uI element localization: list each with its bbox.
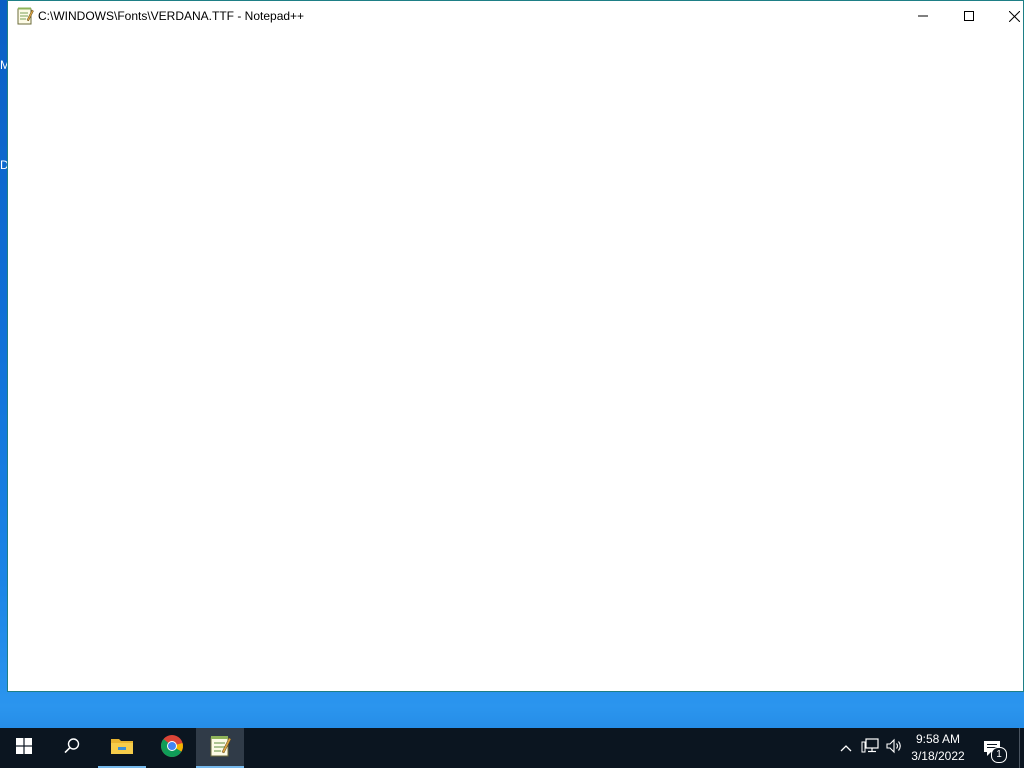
close-icon bbox=[1008, 10, 1020, 22]
taskbar-app-chrome[interactable] bbox=[148, 728, 196, 768]
chrome-icon bbox=[160, 734, 184, 763]
notepadpp-icon[interactable] bbox=[16, 7, 34, 25]
taskbar: 9:58 AM 3/18/2022 1 bbox=[0, 728, 1024, 768]
start-button[interactable] bbox=[0, 728, 48, 768]
taskbar-app-notepadpp[interactable] bbox=[196, 728, 244, 768]
window-title: C:\WINDOWS\Fonts\VERDANA.TTF - Notepad++ bbox=[38, 9, 305, 23]
title-bar[interactable]: C:\WINDOWS\Fonts\VERDANA.TTF - Notepad++ bbox=[8, 1, 1023, 32]
clock-time: 9:58 AM bbox=[915, 732, 961, 746]
show-desktop-button[interactable] bbox=[1019, 728, 1024, 768]
minimize-icon bbox=[918, 11, 928, 21]
minimize-button[interactable] bbox=[900, 1, 946, 31]
search-icon bbox=[63, 737, 81, 760]
clock-date: 3/18/2022 bbox=[911, 749, 965, 763]
file-explorer-icon bbox=[110, 736, 134, 761]
show-hidden-icons-button[interactable] bbox=[836, 738, 856, 758]
taskbar-app-file-explorer[interactable] bbox=[98, 728, 146, 768]
chevron-up-icon bbox=[840, 739, 852, 757]
windows-start-icon bbox=[16, 737, 32, 759]
action-center-button[interactable]: 1 bbox=[980, 734, 1008, 763]
network-icon bbox=[861, 737, 879, 759]
close-button[interactable] bbox=[991, 1, 1024, 31]
search-button[interactable] bbox=[48, 728, 96, 768]
taskbar-clock[interactable]: 9:58 AM 3/18/2022 bbox=[904, 731, 972, 765]
maximize-button[interactable] bbox=[946, 1, 992, 31]
notepadpp-icon bbox=[208, 734, 232, 763]
editor-area[interactable] bbox=[8, 32, 1023, 691]
maximize-icon bbox=[964, 11, 974, 21]
volume-button[interactable] bbox=[884, 738, 904, 758]
network-button[interactable] bbox=[860, 737, 880, 759]
notepadpp-window: C:\WINDOWS\Fonts\VERDANA.TTF - Notepad++ bbox=[7, 0, 1024, 692]
volume-icon bbox=[885, 738, 903, 759]
notification-count-badge: 1 bbox=[991, 747, 1007, 763]
